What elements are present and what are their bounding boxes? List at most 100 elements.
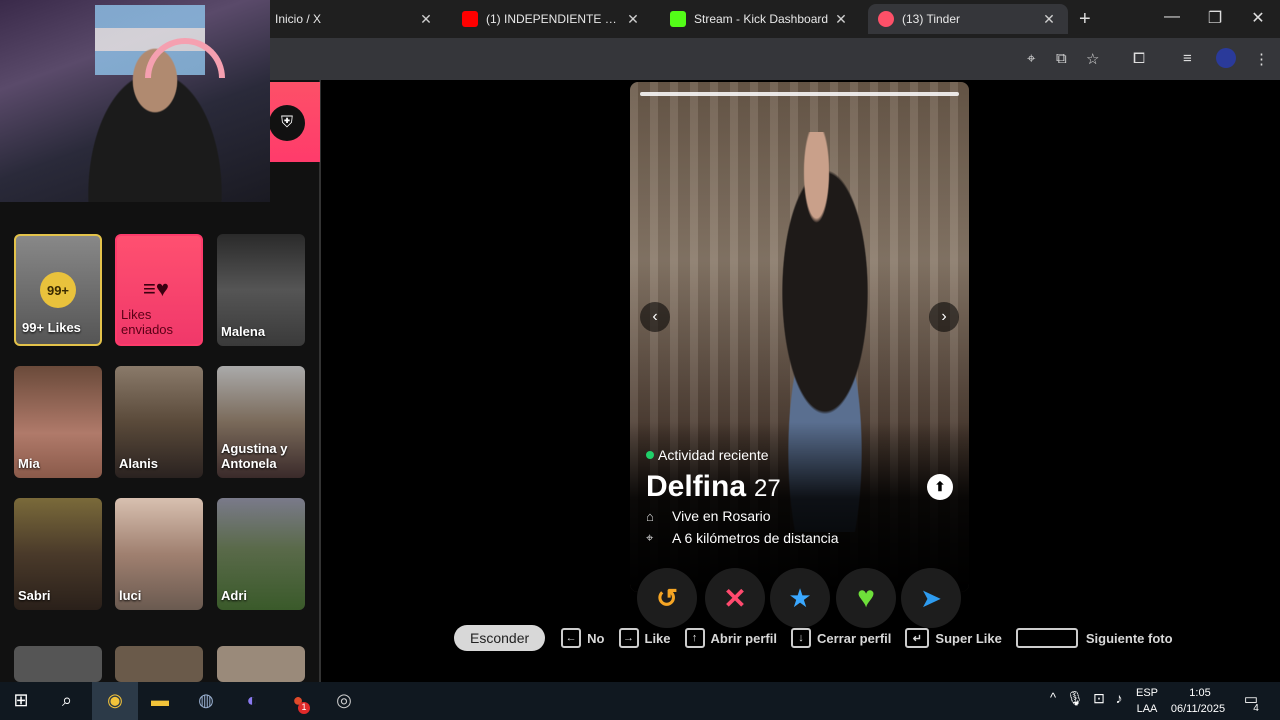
spacebar-key-icon [1015,628,1078,648]
language-indicator[interactable]: ESP [1134,687,1160,699]
heart-icon: ≡♥ [143,276,169,301]
tab-title: (1) INDEPENDIENTE RIVADA [486,12,624,26]
menu-icon[interactable]: ⋮ [1254,50,1269,68]
webcam-overlay [0,0,270,202]
right-arrow-key-icon: → [618,628,639,648]
match-name: Sabri [18,588,51,604]
sidebar-scrollbar[interactable] [319,80,321,682]
shortcut-no-label: No [587,630,605,646]
close-icon[interactable]: ✕ [832,11,850,28]
volume-icon[interactable]: ♪ [1104,690,1134,706]
city-text: Vive en Rosario [672,508,771,524]
next-photo-button[interactable]: › [929,302,959,332]
likes-label: 99+ Likes [22,320,81,336]
match-card[interactable]: Malena [217,234,305,346]
match-card[interactable]: Alanis [115,366,203,478]
location-icon[interactable]: ⌖ [1027,50,1035,67]
down-arrow-key-icon: ↓ [790,628,811,648]
likes-received-card[interactable]: 99+ 99+ Likes [14,234,102,346]
close-icon[interactable]: ✕ [417,11,435,28]
kick-icon [670,11,686,27]
tinder-icon [878,11,894,27]
steam-icon[interactable]: ◍ [191,690,221,711]
window-close-button[interactable]: ✕ [1243,8,1273,28]
match-name: Agustina y Antonela [221,440,288,472]
match-card[interactable]: Agustina y Antonela [217,366,305,478]
install-app-icon[interactable]: ⧉ [1056,50,1067,67]
profile-name-line: Delfina 27 [646,470,781,504]
profile-icon[interactable] [1216,48,1236,68]
hide-shortcuts-button[interactable]: Esconder [454,625,546,651]
match-name: Malena [221,324,266,340]
match-name: Alanis [119,456,159,472]
close-icon[interactable]: ✕ [624,11,642,28]
tab-tinder[interactable]: (13) Tinder ✕ [868,4,1068,34]
shortcut-like-label: Like [644,630,671,646]
restore-button[interactable]: ❐ [1200,8,1230,28]
match-card[interactable]: luci [115,498,203,610]
file-explorer-icon[interactable]: ▬ [145,690,175,711]
search-icon[interactable]: ⌕ [52,690,82,711]
home-icon: ⌂ [646,508,654,524]
tab-title: Stream - Kick Dashboard [694,12,829,26]
distance-text: A 6 kilómetros de distancia [672,530,839,546]
youtube-icon [462,11,478,27]
discord-icon[interactable]: ◐ [237,690,267,711]
keyboard-layout-indicator[interactable]: LAA [1134,703,1160,715]
tab-youtube[interactable]: (1) INDEPENDIENTE RIVADA ✕ [452,4,652,34]
match-card[interactable]: Mia [14,366,102,478]
media-icon[interactable]: ≡ [1183,50,1192,67]
obs-icon[interactable]: ◎ [329,690,359,711]
open-profile-button[interactable]: ⬆ [927,474,953,500]
nope-button[interactable]: ✕ [705,568,765,628]
shortcut-open-profile-label: Abrir perfil [710,630,777,646]
match-card[interactable] [115,646,203,682]
minimize-button[interactable]: — [1157,8,1187,26]
profile-name: Delfina [646,470,747,503]
photo-progress-bar [640,92,959,96]
up-arrow-key-icon: ↑ [684,628,705,648]
likes-sent-label: Likes enviados [121,306,174,338]
tab-title: (13) Tinder [902,12,961,26]
tab-kick[interactable]: Stream - Kick Dashboard ✕ [660,4,860,34]
boost-button[interactable]: ➤ [901,568,961,628]
super-like-button[interactable]: ★ [770,568,830,628]
online-dot-icon [646,451,654,459]
match-name: Mia [18,456,40,472]
close-icon[interactable]: ✕ [1040,11,1058,28]
match-card[interactable] [14,646,102,682]
match-name: Adri [221,588,247,604]
chrome-icon[interactable]: ◉ [100,690,130,711]
location-pin-icon: ⌖ [646,530,654,545]
activity-text: Actividad reciente [658,447,769,463]
tab-title: Inicio / X [275,12,322,26]
enter-key-icon: ↵ [905,628,930,648]
rewind-button[interactable]: ↺ [637,568,697,628]
clock-time[interactable]: 1:05 [1170,687,1230,699]
clock-date[interactable]: 06/11/2025 [1166,703,1230,715]
notifications-count: 4 [1253,703,1259,714]
star-icon[interactable]: ☆ [1086,50,1099,68]
likes-count-badge: 99+ [40,272,76,308]
extensions-icon[interactable]: ⧠ [1133,50,1145,67]
likes-sent-card[interactable]: ≡♥ Likes enviados [115,234,203,346]
new-tab-button[interactable]: + [1079,8,1091,31]
windows-start-icon[interactable]: ⊞ [6,690,36,711]
match-card[interactable]: Sabri [14,498,102,610]
tab-x-home[interactable]: Inicio / X ✕ [265,4,445,34]
shortcut-super-like-label: Super Like [935,630,1002,646]
profile-age: 27 [754,475,781,502]
profile-city: ⌂ Vive en Rosario [646,508,771,524]
activity-status: Actividad reciente [646,447,769,463]
prev-photo-button[interactable]: ‹ [640,302,670,332]
match-name: luci [119,588,142,604]
match-card[interactable] [217,646,305,682]
profile-distance: ⌖ A 6 kilómetros de distancia [646,530,839,546]
shortcut-next-photo-label: Siguiente foto [1085,630,1173,646]
left-arrow-key-icon: ← [561,628,582,648]
match-card[interactable]: Adri [217,498,305,610]
app-badge: 1 [298,702,310,714]
shield-icon[interactable]: ⛨ [269,105,305,141]
profile-card[interactable]: ‹ › Actividad reciente Delfina 27 ⬆ ⌂ Vi… [630,82,969,592]
like-button[interactable]: ♥ [836,568,896,628]
